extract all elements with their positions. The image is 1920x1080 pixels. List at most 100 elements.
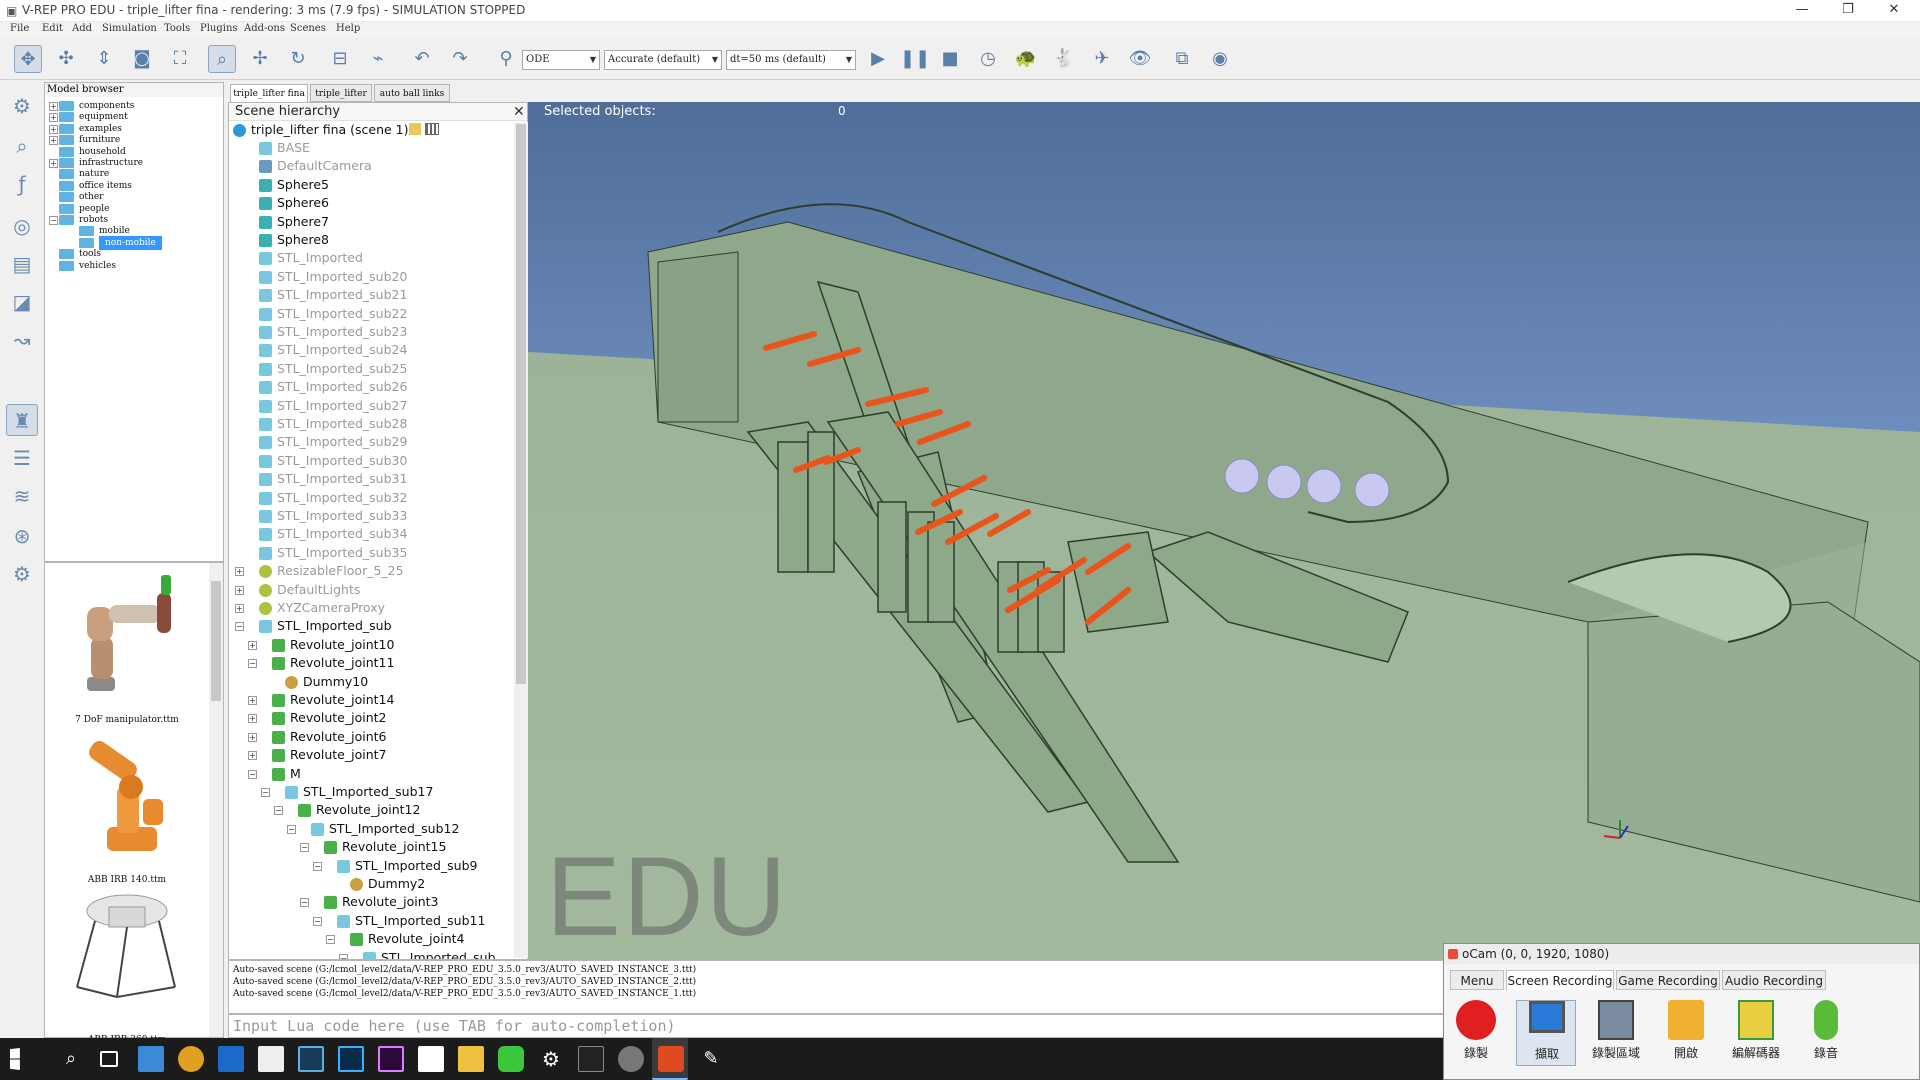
- simulation-settings-icon[interactable]: ⚙: [6, 90, 38, 122]
- menu-plugins[interactable]: Plugins: [200, 23, 238, 34]
- camera-view-icon[interactable]: ◉: [1206, 45, 1234, 73]
- ocam-audio-button[interactable]: 錄音: [1796, 1000, 1856, 1066]
- scrollbar-thumb[interactable]: [516, 124, 526, 684]
- visualization-toggle-icon[interactable]: 👁: [1126, 45, 1154, 73]
- model-icon[interactable]: [425, 123, 439, 135]
- terminal-icon[interactable]: [578, 1046, 604, 1072]
- tab-scene-1[interactable]: triple_lifter fina: [230, 84, 308, 102]
- selection-icon[interactable]: ◪: [6, 286, 38, 318]
- defender-icon[interactable]: [218, 1046, 244, 1072]
- thumbs-scrollbar[interactable]: [209, 563, 223, 1037]
- stop-icon[interactable]: ■: [936, 45, 964, 73]
- search-icon[interactable]: ⌕: [6, 130, 38, 162]
- photos-icon[interactable]: [258, 1046, 284, 1072]
- expand-icon[interactable]: +: [248, 696, 257, 705]
- collapse-icon[interactable]: −: [248, 659, 257, 669]
- store-icon[interactable]: [138, 1046, 164, 1072]
- restore-icon[interactable]: ❐: [1826, 2, 1870, 20]
- mail-icon[interactable]: [418, 1046, 444, 1072]
- windows-start-icon[interactable]: [10, 1048, 20, 1070]
- object-shift-icon[interactable]: ✢: [246, 45, 274, 73]
- layers-icon[interactable]: ≋: [6, 480, 38, 512]
- menu-edit[interactable]: Edit: [42, 23, 63, 34]
- play-icon[interactable]: ▶: [864, 45, 892, 73]
- undo-icon[interactable]: ↶: [408, 45, 436, 73]
- assemble-icon[interactable]: ⊟: [326, 45, 354, 73]
- pause-icon[interactable]: ❚❚: [900, 45, 930, 73]
- menu-add[interactable]: Add: [72, 23, 92, 34]
- sphere-app-icon[interactable]: [618, 1046, 644, 1072]
- scene-viewport[interactable]: Selected objects: 0 EDU: [528, 102, 1920, 960]
- expand-icon[interactable]: +: [235, 604, 244, 613]
- file-explorer-icon[interactable]: [458, 1046, 484, 1072]
- dynamics-toggle-icon[interactable]: ⚲: [492, 45, 520, 73]
- search-icon[interactable]: ⌕: [58, 1046, 84, 1072]
- menu-tools[interactable]: Tools: [164, 23, 190, 34]
- menu-help[interactable]: Help: [336, 23, 360, 34]
- menu-scenes[interactable]: Scenes: [290, 23, 326, 34]
- accuracy-select[interactable]: Accurate (default) ▼: [604, 50, 722, 70]
- tab-scene-2[interactable]: triple_lifter: [310, 84, 372, 102]
- fit-to-view-icon[interactable]: ⛶: [166, 45, 194, 73]
- shape-edit-icon[interactable]: ◎: [6, 210, 38, 242]
- collapse-icon[interactable]: −: [326, 935, 335, 945]
- collapse-icon[interactable]: −: [261, 788, 270, 797]
- collapse-icon[interactable]: −: [248, 769, 257, 779]
- collapse-icon[interactable]: −: [300, 898, 309, 908]
- collapse-icon[interactable]: −: [235, 622, 244, 632]
- hierarchy-scrollbar[interactable]: [514, 122, 528, 958]
- collapse-icon[interactable]: −: [274, 806, 283, 816]
- expand-icon[interactable]: +: [49, 136, 58, 146]
- expand-icon[interactable]: +: [235, 567, 244, 577]
- expand-icon[interactable]: +: [248, 732, 257, 742]
- collapse-icon[interactable]: −: [313, 861, 322, 871]
- speed-up-icon[interactable]: 🐇: [1050, 45, 1078, 73]
- expand-icon[interactable]: +: [49, 113, 58, 123]
- chrome-icon[interactable]: [178, 1046, 204, 1072]
- expand-icon[interactable]: +: [248, 751, 257, 761]
- ocam-codec-button[interactable]: 編解碼器: [1726, 1000, 1786, 1066]
- physics-engine-select[interactable]: ODE ▼: [522, 50, 600, 70]
- expand-icon[interactable]: +: [235, 585, 244, 595]
- camera-pan-icon[interactable]: ✥: [14, 45, 42, 73]
- minimize-icon[interactable]: —: [1780, 2, 1824, 20]
- collapse-icon[interactable]: −: [313, 916, 322, 926]
- tab-scene-3[interactable]: auto ball links: [374, 84, 450, 102]
- object-rotate-icon[interactable]: ↻: [284, 45, 312, 73]
- expand-icon[interactable]: +: [49, 102, 58, 111]
- path-edit-icon[interactable]: ↝: [6, 324, 38, 356]
- model-thumb-abb-irb-140[interactable]: ABB IRB 140.ttm: [47, 727, 207, 887]
- scene-page-icon[interactable]: ⧉: [1168, 45, 1196, 73]
- premiere-icon[interactable]: [378, 1046, 404, 1072]
- collapse-icon[interactable]: −: [300, 843, 309, 853]
- redo-icon[interactable]: ↷: [446, 45, 474, 73]
- realtime-icon[interactable]: ◷: [974, 45, 1002, 73]
- collapse-icon[interactable]: −: [49, 216, 58, 225]
- model-browser-icon[interactable]: ♜: [6, 404, 38, 436]
- ocam-record-button[interactable]: 錄製: [1446, 1000, 1506, 1066]
- ocam-tab-menu[interactable]: Menu: [1450, 970, 1504, 990]
- scripts-icon[interactable]: ƒ: [6, 168, 38, 200]
- user-settings-icon[interactable]: ⚙: [6, 558, 38, 590]
- close-icon[interactable]: ✕: [513, 104, 525, 120]
- script-icon[interactable]: [409, 123, 421, 135]
- photoshop-icon[interactable]: [338, 1046, 364, 1072]
- transfer-dna-icon[interactable]: ⌁: [364, 45, 392, 73]
- thread-rendering-icon[interactable]: ✈: [1088, 45, 1116, 73]
- expand-icon[interactable]: +: [49, 124, 58, 134]
- menu-addons[interactable]: Add-ons: [244, 23, 285, 34]
- collapse-icon[interactable]: −: [287, 824, 296, 834]
- click-select-icon[interactable]: ⌕: [208, 45, 236, 73]
- ocam-area-button[interactable]: 錄製區域: [1586, 1000, 1646, 1066]
- vrep-taskbar-icon[interactable]: ✎: [698, 1046, 724, 1072]
- expand-icon[interactable]: +: [248, 714, 257, 724]
- ocam-tab-game-recording[interactable]: Game Recording: [1616, 970, 1720, 990]
- ocam-tab-screen-recording[interactable]: Screen Recording: [1506, 970, 1614, 990]
- scrollbar-thumb[interactable]: [211, 581, 221, 701]
- line-icon[interactable]: [498, 1046, 524, 1072]
- ocam-taskbar-icon[interactable]: [658, 1046, 684, 1072]
- camera-angle-icon[interactable]: ◙: [128, 45, 156, 73]
- model-thumb-abb-irb-360[interactable]: ABB IRB 360.ttm: [47, 887, 207, 1047]
- video-recorder-icon[interactable]: ⊛: [6, 520, 38, 552]
- model-thumb-7dof[interactable]: 7 DoF manipulator.ttm: [47, 567, 207, 727]
